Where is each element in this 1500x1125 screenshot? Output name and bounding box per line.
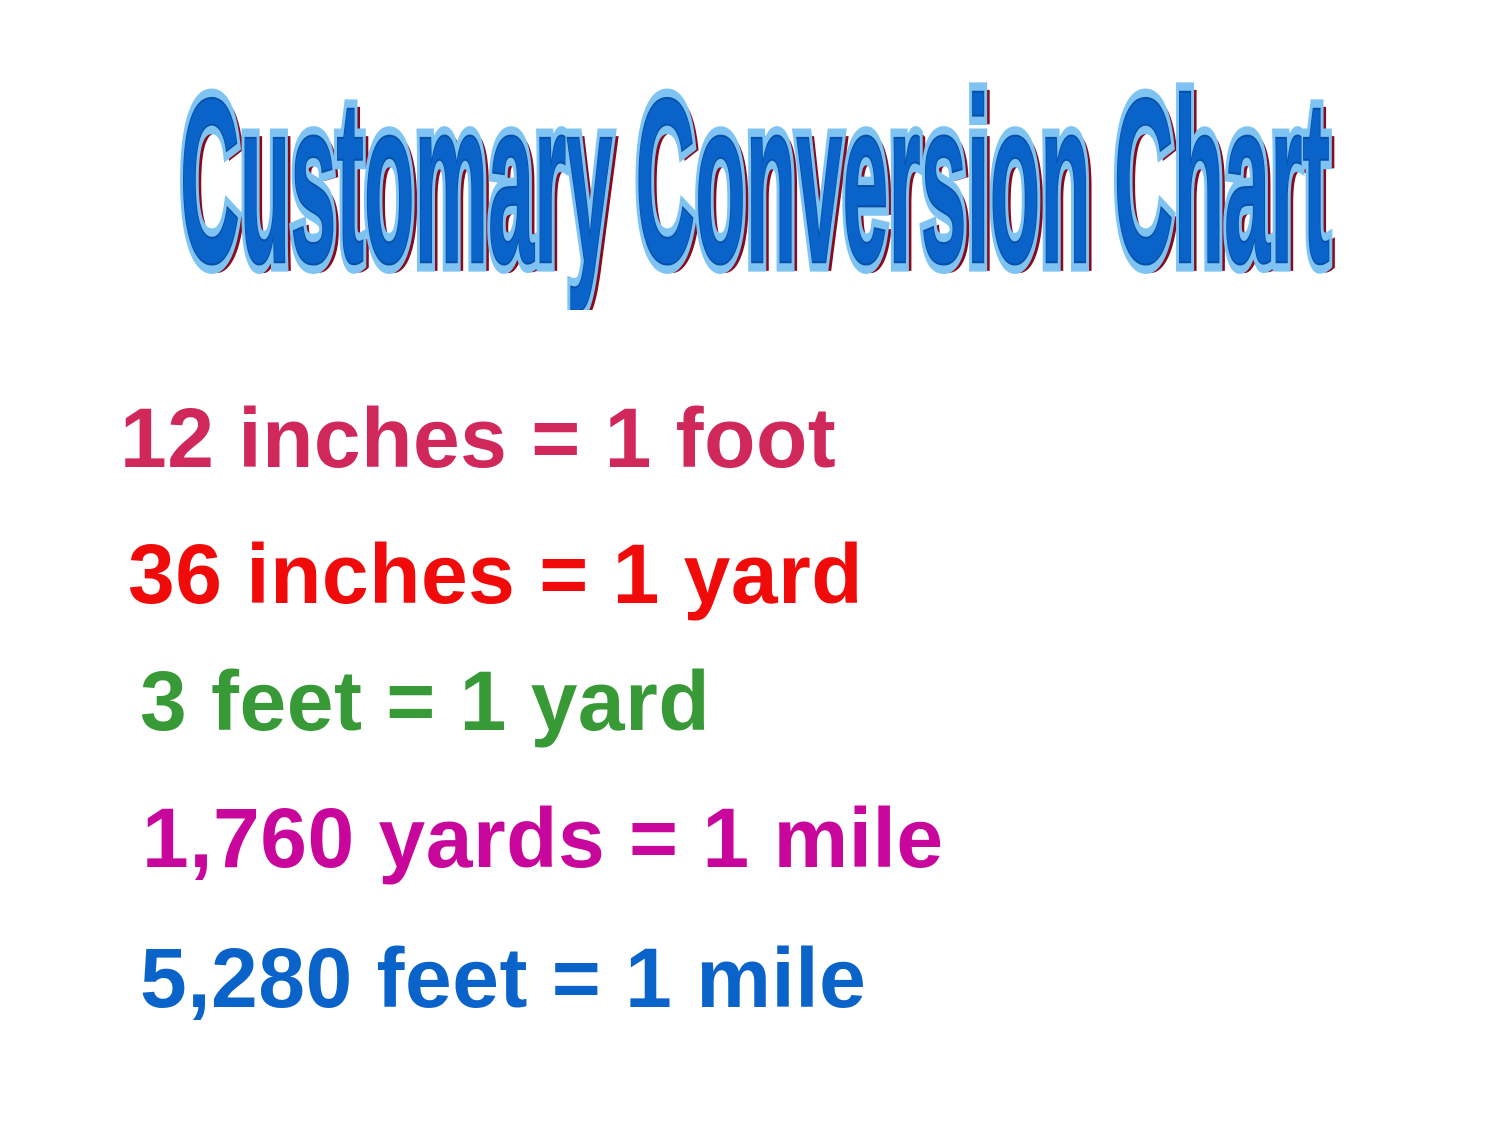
conversion-line-inches-yard: 36 inches = 1 yard <box>128 527 864 621</box>
page-title: Customary Conversion Chart <box>180 80 1330 310</box>
conversion-line-inches-foot: 12 inches = 1 foot <box>120 391 837 485</box>
conversion-line-feet-mile: 5,280 feet = 1 mile <box>140 931 867 1025</box>
conversion-line-yards-mile: 1,760 yards = 1 mile <box>142 791 944 885</box>
slide: Customary Conversion Chart Customary Con… <box>0 0 1500 1125</box>
conversion-line-feet-yard: 3 feet = 1 yard <box>140 654 711 748</box>
chart-title-wordart: Customary Conversion Chart Customary Con… <box>173 80 1337 310</box>
